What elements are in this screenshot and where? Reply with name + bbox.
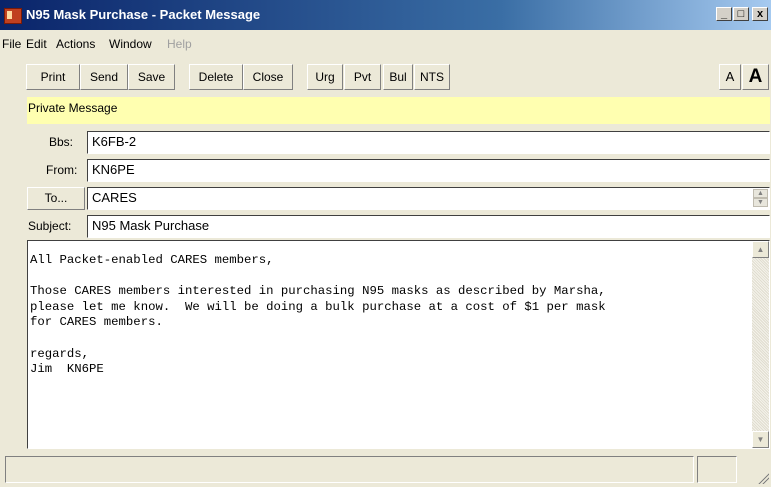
to-field[interactable]: CARES ▲ ▼ [87, 187, 770, 210]
font-smaller-button[interactable]: A [719, 64, 741, 90]
scroll-down-icon[interactable]: ▼ [752, 431, 769, 448]
urgent-button[interactable]: Urg [307, 64, 343, 90]
toolbar: Print Send Save Delete Close Urg Pvt Bul… [0, 56, 771, 96]
bbs-label: Bbs: [49, 135, 74, 149]
menu-help[interactable]: Help [167, 37, 192, 51]
message-body-text[interactable]: All Packet-enabled CARES members, Those … [30, 253, 750, 378]
message-body-editor[interactable]: All Packet-enabled CARES members, Those … [27, 240, 770, 449]
menu-file[interactable]: File [2, 37, 21, 51]
menu-bar: File Edit Actions Window Help [0, 34, 771, 54]
maximize-button[interactable]: □ [733, 7, 749, 21]
bulletin-button[interactable]: Bul [383, 64, 413, 90]
close-window-button[interactable]: x [752, 7, 768, 21]
menu-actions[interactable]: Actions [56, 37, 95, 51]
private-message-banner: Private Message [27, 97, 770, 124]
spin-down-icon[interactable]: ▼ [753, 198, 768, 207]
menu-edit[interactable]: Edit [26, 37, 47, 51]
from-field[interactable]: KN6PE [87, 159, 770, 182]
spin-up-icon[interactable]: ▲ [753, 189, 768, 198]
vertical-scrollbar[interactable]: ▲ ▼ [752, 241, 769, 448]
bbs-field[interactable]: K6FB-2 [87, 131, 770, 154]
nts-button[interactable]: NTS [414, 64, 450, 90]
status-pane-secondary [697, 456, 737, 483]
menu-window[interactable]: Window [109, 37, 152, 51]
status-pane-main [5, 456, 694, 483]
close-button[interactable]: Close [243, 64, 293, 90]
scroll-up-icon[interactable]: ▲ [752, 241, 769, 258]
font-larger-button[interactable]: A [742, 64, 769, 90]
private-button[interactable]: Pvt [344, 64, 381, 90]
subject-field[interactable]: N95 Mask Purchase [87, 215, 770, 238]
to-value: CARES [92, 190, 137, 205]
title-bar: N95 Mask Purchase - Packet Message _ □ x [0, 0, 771, 30]
from-label: From: [46, 163, 78, 177]
app-icon [4, 8, 22, 24]
to-button[interactable]: To... [27, 187, 85, 210]
minimize-button[interactable]: _ [716, 7, 732, 21]
resize-grip-icon[interactable] [757, 472, 769, 484]
window-title: N95 Mask Purchase - Packet Message [26, 7, 261, 22]
to-spinner[interactable]: ▲ ▼ [753, 189, 768, 208]
status-bar [0, 453, 771, 487]
print-button[interactable]: Print [26, 64, 80, 90]
delete-button[interactable]: Delete [189, 64, 243, 90]
save-button[interactable]: Save [128, 64, 175, 90]
send-button[interactable]: Send [80, 64, 128, 90]
subject-label: Subject: [28, 219, 72, 233]
